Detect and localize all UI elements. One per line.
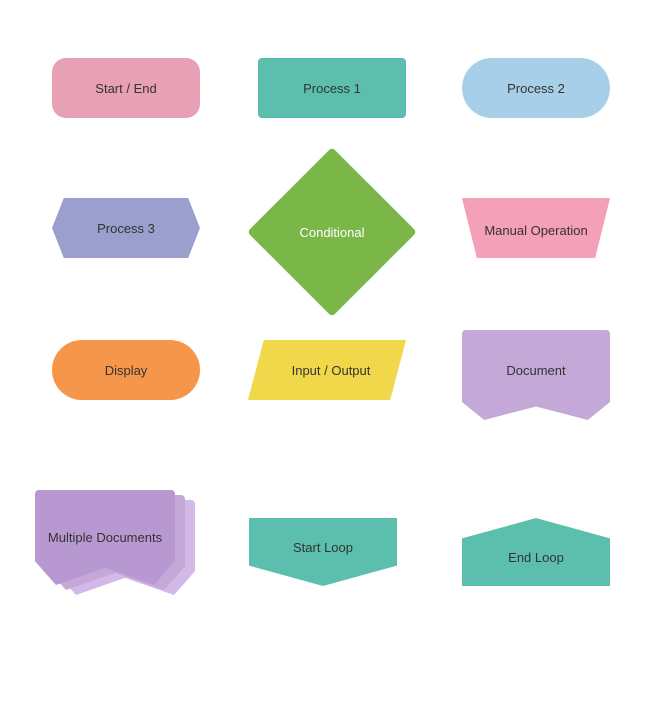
start-end-label: Start / End [95,81,156,96]
display-label: Display [105,363,148,378]
start-loop-label: Start Loop [293,540,353,555]
conditional-container[interactable]: Conditional [258,158,406,306]
start-loop-shape[interactable]: Start Loop [249,518,397,586]
document-shape[interactable]: Document [462,330,610,420]
input-output-shape[interactable]: Input / Output [248,340,406,400]
input-output-label: Input / Output [292,363,371,378]
process1-label: Process 1 [303,81,361,96]
multiple-documents-container[interactable]: Multiple Documents [35,490,215,620]
canvas: Start / End Process 1 Process 2 Process … [0,0,669,704]
process3-shape[interactable]: Process 3 [52,198,200,258]
start-end-shape[interactable]: Start / End [52,58,200,118]
document-label: Document [506,363,565,378]
multiple-documents-label: Multiple Documents [35,490,175,585]
manual-operation-shape[interactable]: Manual Operation [462,198,610,258]
manual-operation-label: Manual Operation [484,223,587,238]
end-loop-shape[interactable]: End Loop [462,518,610,586]
end-loop-label: End Loop [508,550,564,565]
conditional-label: Conditional [258,158,406,306]
process3-label: Process 3 [97,221,155,236]
process2-label: Process 2 [507,81,565,96]
process2-shape[interactable]: Process 2 [462,58,610,118]
process1-shape[interactable]: Process 1 [258,58,406,118]
display-shape[interactable]: Display [52,340,200,400]
